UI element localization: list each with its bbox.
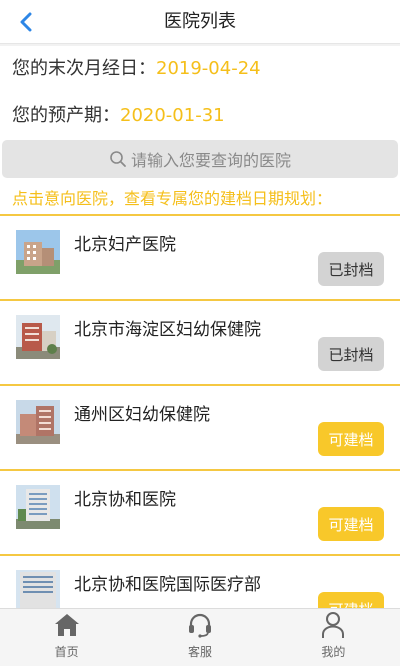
due-date-label: 您的预产期： xyxy=(12,105,120,126)
hospital-image xyxy=(16,230,60,274)
hospital-name: 通州区妇幼保健院 xyxy=(74,405,210,425)
tab-profile-label: 我的 xyxy=(321,645,346,659)
hospital-item[interactable]: 通州区妇幼保健院 可建档 xyxy=(0,386,400,471)
hospital-item[interactable]: 北京市海淀区妇幼保健院 已封档 xyxy=(0,301,400,386)
tab-service[interactable]: 客服 xyxy=(133,609,266,666)
tab-home-label: 首页 xyxy=(54,645,79,659)
tab-service-label: 客服 xyxy=(187,645,212,659)
search-input[interactable]: 请输入您要查询的医院 xyxy=(2,140,398,178)
search-icon xyxy=(110,151,126,167)
hospital-image xyxy=(16,315,60,359)
hospital-item[interactable]: 北京妇产医院 已封档 xyxy=(0,216,400,301)
hospital-item[interactable]: 北京协和医院 可建档 xyxy=(0,471,400,556)
due-date-row: 您的预产期：2020-01-31 xyxy=(0,94,400,138)
hospital-name: 北京妇产医院 xyxy=(74,235,176,255)
page-title: 医院列表 xyxy=(164,11,236,32)
last-period-label: 您的末次月经日： xyxy=(12,58,156,79)
hospital-image xyxy=(16,570,60,608)
tab-bar: 首页 客服 我的 xyxy=(0,608,400,666)
home-icon xyxy=(53,611,81,639)
user-icon xyxy=(319,611,347,639)
due-date-value: 2020-01-31 xyxy=(120,105,225,126)
status-button[interactable]: 可建档 xyxy=(318,507,384,541)
hint-text: 点击意向医院，查看专属您的建档日期规划： xyxy=(0,182,400,216)
tab-home[interactable]: 首页 xyxy=(0,609,133,666)
nav-bar: 医院列表 xyxy=(0,0,400,44)
hospital-name: 北京市海淀区妇幼保健院 xyxy=(74,320,261,340)
last-period-value: 2019-04-24 xyxy=(156,58,261,79)
headset-icon xyxy=(186,611,214,639)
hospital-image xyxy=(16,400,60,444)
status-button[interactable]: 可建档 xyxy=(318,422,384,456)
hospital-list: 北京妇产医院 已封档 北京市海淀区妇幼保健院 已封档 通州区妇幼保健院 可建档 … xyxy=(0,216,400,608)
status-button[interactable]: 已封档 xyxy=(318,252,384,286)
hospital-name: 北京协和医院 xyxy=(74,490,176,510)
last-period-row: 您的末次月经日：2019-04-24 xyxy=(0,46,400,94)
hospital-image xyxy=(16,485,60,529)
status-button[interactable]: 可建档 xyxy=(318,592,384,608)
hospital-name: 北京协和医院国际医疗部 xyxy=(74,575,261,595)
search-placeholder: 请输入您要查询的医院 xyxy=(130,151,291,170)
search-container: 请输入您要查询的医院 xyxy=(0,138,400,182)
tab-profile[interactable]: 我的 xyxy=(267,609,400,666)
status-button[interactable]: 已封档 xyxy=(318,337,384,371)
hospital-item[interactable]: 北京协和医院国际医疗部 可建档 xyxy=(0,556,400,608)
